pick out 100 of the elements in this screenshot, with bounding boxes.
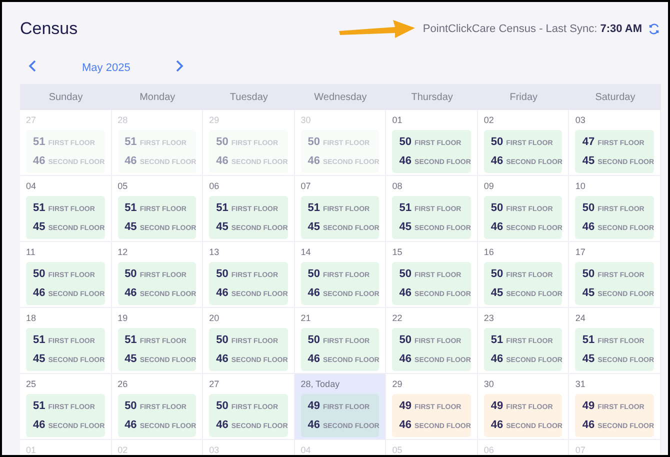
- date-label: 21: [300, 312, 312, 325]
- census-count: 46: [216, 154, 228, 168]
- census-count: 46: [216, 286, 228, 300]
- census-count: 46: [490, 418, 504, 432]
- date-label: 24: [575, 312, 586, 325]
- date-label: 15: [392, 246, 404, 259]
- date-label: 29: [392, 378, 404, 391]
- census-count: 50: [399, 267, 412, 282]
- census-count: 46: [582, 220, 595, 234]
- census-count: 51: [399, 201, 412, 216]
- census-count: 45: [33, 220, 46, 234]
- date-label: 19: [118, 312, 129, 325]
- census-count: 50: [124, 267, 137, 282]
- page-title: Census: [20, 18, 78, 40]
- date-label: 26: [118, 378, 129, 391]
- census-count: 46: [33, 154, 46, 168]
- date-label: 23: [484, 312, 495, 325]
- weekday-header: Wednesday: [313, 90, 368, 104]
- census-count: 50: [308, 267, 320, 282]
- census-count: 50: [490, 267, 504, 282]
- census-count: 45: [216, 220, 228, 234]
- census-count: 46: [216, 418, 228, 432]
- chevron-right-icon[interactable]: [174, 60, 184, 72]
- census-count: 46: [582, 418, 595, 432]
- date-label: 28: [118, 114, 129, 127]
- census-count: 50: [216, 399, 228, 414]
- date-label: 07: [575, 444, 586, 455]
- census-count: 49: [308, 399, 320, 414]
- census-count: 46: [124, 418, 137, 432]
- census-count: 47: [582, 135, 595, 150]
- weekday-header: Friday: [508, 90, 539, 104]
- census-count: 51: [124, 135, 137, 150]
- census-count: 45: [490, 286, 504, 300]
- census-count: 51: [490, 333, 504, 348]
- census-count: 50: [399, 333, 412, 348]
- date-label: 12: [118, 246, 129, 259]
- date-label: 04: [26, 180, 38, 193]
- census-count: 45: [308, 220, 320, 234]
- census-count: 50: [490, 135, 504, 150]
- weekday-header: Monday: [138, 90, 176, 104]
- chevron-left-icon[interactable]: [28, 60, 38, 72]
- census-count: 46: [308, 418, 320, 432]
- date-label: 30: [300, 114, 312, 127]
- date-label: 06: [484, 444, 495, 455]
- census-count: 50: [33, 267, 46, 282]
- census-count: 46: [399, 154, 412, 168]
- census-count: 45: [399, 220, 412, 234]
- census-count: 51: [216, 201, 228, 216]
- census-count: 46: [124, 286, 137, 300]
- census-count: 50: [582, 267, 595, 282]
- census-count: 46: [124, 154, 137, 168]
- census-count: 50: [399, 135, 412, 150]
- date-label: 17: [575, 246, 586, 259]
- census-count: 51: [33, 333, 46, 348]
- census-count: 49: [490, 399, 504, 414]
- census-count: 51: [582, 333, 595, 348]
- census-count: 46: [33, 418, 46, 432]
- date-label: 03: [575, 114, 586, 127]
- census-count: 46: [399, 352, 412, 366]
- date-label: 27: [26, 114, 38, 127]
- date-label: 10: [575, 180, 586, 193]
- date-label: 28, Today: [300, 378, 341, 391]
- census-count: 46: [399, 418, 412, 432]
- date-label: 05: [118, 180, 129, 193]
- weekday-header: Saturday: [594, 90, 636, 104]
- census-count: 45: [33, 352, 46, 366]
- date-label: 09: [484, 180, 495, 193]
- census-count: 50: [490, 201, 504, 216]
- refresh-icon[interactable]: [648, 22, 660, 35]
- census-count: 50: [308, 333, 320, 348]
- census-count: 46: [33, 286, 46, 300]
- date-label: 30: [484, 378, 495, 391]
- date-label: 02: [118, 444, 129, 455]
- census-count: 51: [33, 135, 46, 150]
- date-label: 29: [209, 114, 220, 127]
- census-count: 50: [216, 135, 228, 150]
- census-count: 46: [490, 154, 504, 168]
- census-count: 50: [124, 399, 137, 414]
- census-count: 45: [124, 220, 137, 234]
- date-label: 31: [575, 378, 586, 391]
- census-count: 51: [124, 333, 137, 348]
- date-label: 06: [209, 180, 220, 193]
- date-label: 07: [300, 180, 312, 193]
- date-label: 27: [209, 378, 220, 391]
- date-label: 25: [26, 378, 38, 391]
- census-count: 45: [582, 352, 595, 366]
- date-label: 03: [209, 444, 220, 455]
- census-count: 50: [216, 333, 228, 348]
- weekday-header: Thursday: [410, 90, 454, 104]
- date-label: 05: [392, 444, 404, 455]
- date-label: 01: [392, 114, 404, 127]
- census-count: 51: [33, 201, 46, 216]
- census-count: 49: [399, 399, 412, 414]
- census-count: 46: [399, 286, 412, 300]
- date-label: 14: [300, 246, 312, 259]
- date-label: 11: [26, 246, 36, 259]
- census-count: 46: [308, 352, 320, 366]
- census-count: 50: [582, 201, 595, 216]
- census-count: 45: [124, 352, 137, 366]
- date-label: 02: [484, 114, 495, 127]
